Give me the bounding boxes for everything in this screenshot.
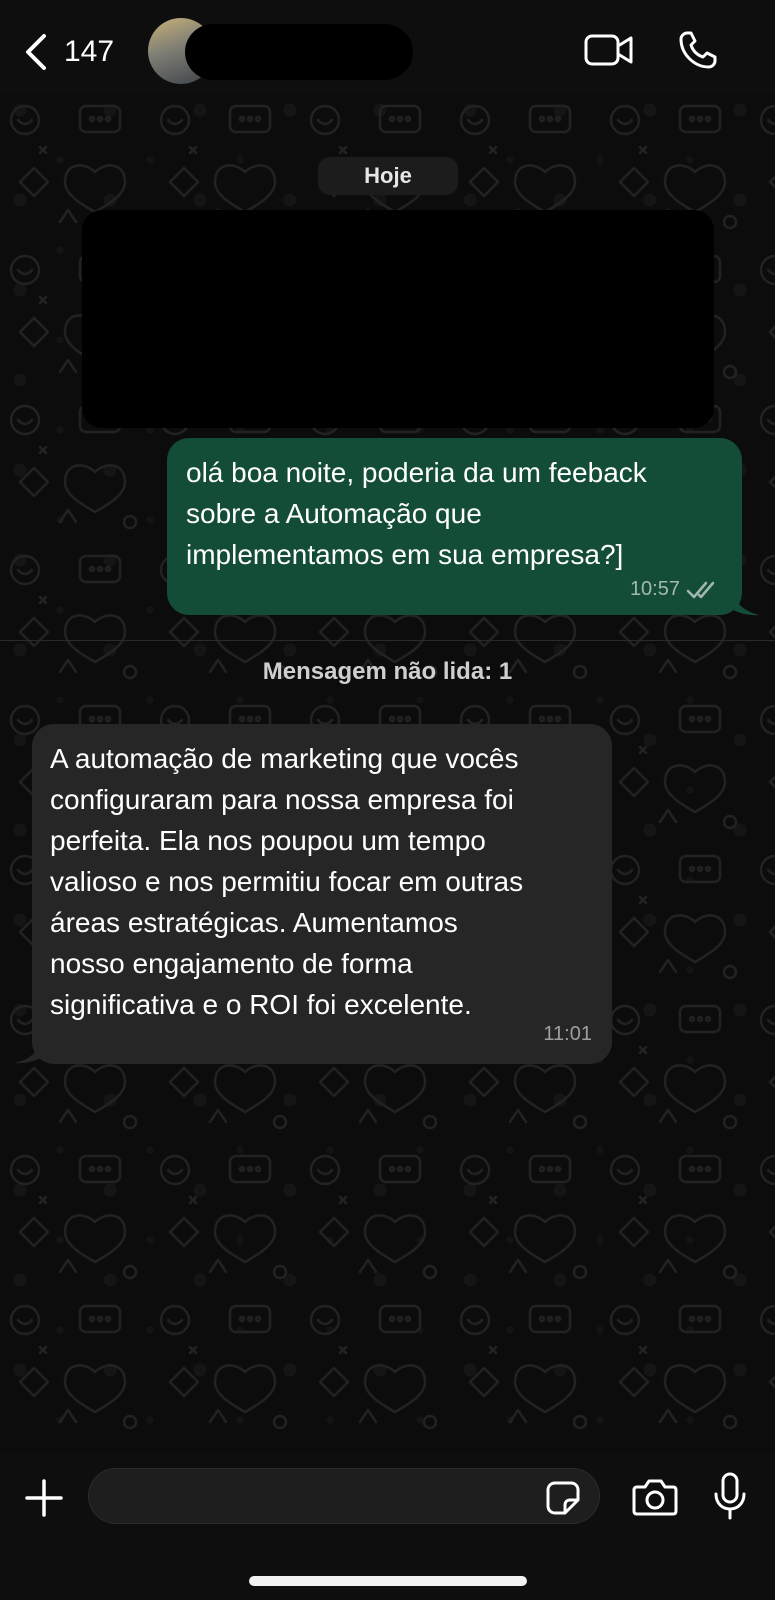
date-separator: Hoje <box>318 157 458 195</box>
back-unread-count[interactable]: 147 <box>64 32 114 72</box>
video-camera-icon[interactable] <box>584 33 634 67</box>
message-meta: 10:57 <box>630 578 720 601</box>
unread-messages-banner: Mensagem não lida: 1 <box>262 658 513 685</box>
home-indicator[interactable] <box>249 1576 527 1586</box>
contact-name[interactable] <box>185 24 413 80</box>
outgoing-message[interactable]: olá boa noite, poderia da um feeback sob… <box>167 438 742 615</box>
message-input[interactable] <box>88 1468 600 1524</box>
sticker-icon[interactable] <box>545 1480 581 1516</box>
chat-screen: 147 Hoje olá boa noite, poderia da um fe… <box>0 0 775 1600</box>
unread-divider <box>0 640 775 641</box>
phone-icon[interactable] <box>678 30 718 70</box>
plus-icon[interactable] <box>24 1478 64 1518</box>
message-text: A automação de marketing que vocês confi… <box>50 743 524 1020</box>
camera-icon[interactable] <box>632 1478 678 1516</box>
message-time: 11:01 <box>543 1023 592 1045</box>
chevron-left-icon[interactable] <box>22 32 52 72</box>
double-check-icon <box>686 581 715 598</box>
incoming-message[interactable]: A automação de marketing que vocês confi… <box>32 724 612 1064</box>
microphone-icon[interactable] <box>712 1472 748 1520</box>
message-time: 10:57 <box>629 578 680 600</box>
redacted-message-area <box>82 210 714 428</box>
message-text: olá boa noite, poderia da um feeback sob… <box>186 457 647 570</box>
